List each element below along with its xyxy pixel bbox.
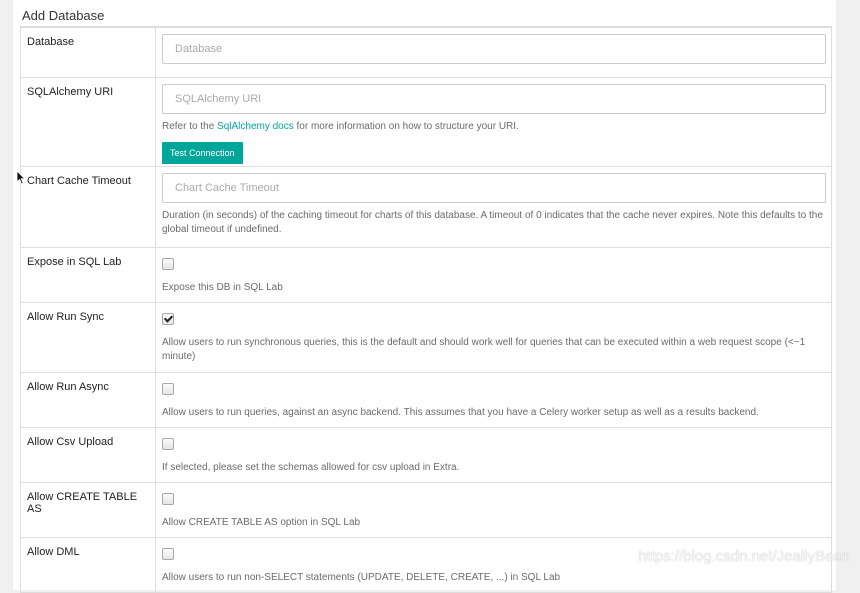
row-chart-cache-timeout: Chart Cache Timeout Duration (in seconds… <box>20 166 832 248</box>
allow-dml-label: Allow DML <box>27 546 80 558</box>
add-database-panel: Add Database Database SQLAlchemy URI Ref… <box>13 0 836 593</box>
row-allow-run-async: Allow Run Async Allow users to run queri… <box>20 372 832 428</box>
allow-ctas-help: Allow CREATE TABLE AS option in SQL Lab <box>162 517 361 528</box>
allow-ctas-label: Allow CREATE TABLE AS <box>27 491 138 515</box>
row-allow-run-sync: Allow Run Sync Allow users to run synchr… <box>20 302 832 373</box>
allow-csv-upload-label: Allow Csv Upload <box>27 436 114 448</box>
database-input[interactable] <box>162 34 826 64</box>
page-title: Add Database <box>22 8 105 23</box>
chart-cache-timeout-label: Chart Cache Timeout <box>27 175 131 187</box>
allow-run-sync-label: Allow Run Sync <box>27 311 105 323</box>
expose-in-sqllab-help: Expose this DB in SQL Lab <box>162 282 283 293</box>
database-label: Database <box>27 36 75 48</box>
allow-dml-checkbox[interactable] <box>162 548 174 560</box>
chart-cache-timeout-help: Duration (in seconds) of the caching tim… <box>162 210 823 235</box>
sqlalchemy-uri-input[interactable] <box>162 84 826 114</box>
allow-run-async-checkbox[interactable] <box>162 383 174 395</box>
allow-dml-help: Allow users to run non-SELECT statements… <box>162 572 561 583</box>
sqlalchemy-uri-help: Refer to the SqlAlchemy docs for more in… <box>162 121 519 132</box>
watermark-text: https://blog.csdn.net/JeallyBean <box>638 548 850 565</box>
chart-cache-timeout-input[interactable] <box>162 173 826 203</box>
row-allow-csv-upload: Allow Csv Upload If selected, please set… <box>20 427 832 483</box>
allow-ctas-checkbox[interactable] <box>162 493 174 505</box>
expose-in-sqllab-label: Expose in SQL Lab <box>27 256 122 268</box>
row-allow-ctas: Allow CREATE TABLE AS Allow CREATE TABLE… <box>20 482 832 538</box>
allow-csv-upload-checkbox[interactable] <box>162 438 174 450</box>
sqlalchemy-docs-link[interactable]: SqlAlchemy docs <box>217 121 294 132</box>
allow-run-async-label: Allow Run Async <box>27 381 109 393</box>
row-expose-in-sqllab: Expose in SQL Lab Expose this DB in SQL … <box>20 247 832 303</box>
row-sqlalchemy-uri: SQLAlchemy URI Refer to the SqlAlchemy d… <box>20 77 832 167</box>
allow-run-sync-checkbox[interactable] <box>162 313 174 325</box>
allow-run-sync-help: Allow users to run synchronous queries, … <box>162 337 806 362</box>
allow-run-async-help: Allow users to run queries, against an a… <box>162 407 759 418</box>
allow-csv-upload-help: If selected, please set the schemas allo… <box>162 462 460 473</box>
mouse-pointer-icon <box>16 170 26 185</box>
expose-in-sqllab-checkbox[interactable] <box>162 258 174 270</box>
test-connection-button[interactable]: Test Connection <box>162 142 243 164</box>
database-form: Database SQLAlchemy URI Refer to the Sql… <box>20 27 832 593</box>
row-allow-dml: Allow DML Allow users to run non-SELECT … <box>20 537 832 593</box>
sqlalchemy-uri-label: SQLAlchemy URI <box>27 86 114 98</box>
row-database: Database <box>20 27 832 78</box>
